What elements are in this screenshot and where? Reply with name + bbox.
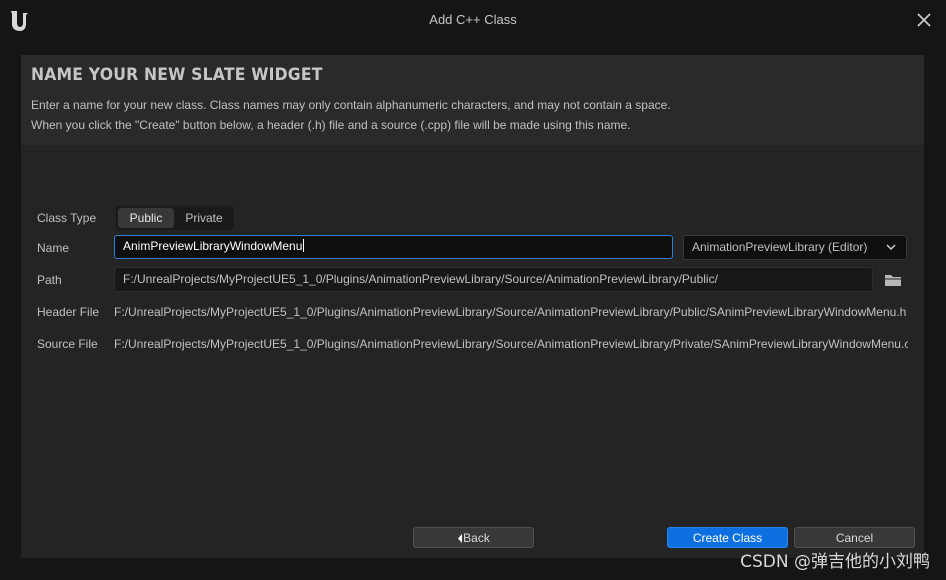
source-file-value: F:/UnrealProjects/MyProjectUE5_1_0/Plugi…: [114, 337, 908, 351]
dialog-header: NAME YOUR NEW SLATE WIDGET Enter a name …: [21, 55, 924, 145]
name-label: Name: [37, 241, 70, 255]
close-icon[interactable]: [912, 8, 936, 32]
text-caret: [303, 239, 305, 252]
path-input[interactable]: F:/UnrealProjects/MyProjectUE5_1_0/Plugi…: [114, 267, 873, 292]
description-line-1: Enter a name for your new class. Class n…: [31, 98, 671, 112]
path-label: Path: [37, 273, 62, 287]
cancel-button[interactable]: Cancel: [794, 527, 915, 548]
description-line-2: When you click the "Create" button below…: [31, 118, 631, 132]
watermark-text: CSDN @弹吉他的小刘鸭: [740, 552, 930, 572]
class-type-toggle: Public Private: [116, 206, 234, 230]
class-type-label: Class Type: [37, 211, 97, 225]
class-type-private[interactable]: Private: [176, 208, 232, 228]
window-title: Add C++ Class: [429, 12, 517, 27]
class-type-public[interactable]: Public: [118, 208, 174, 228]
header-file-label: Header File: [37, 305, 100, 319]
page-title: NAME YOUR NEW SLATE WIDGET: [31, 65, 323, 85]
create-class-button[interactable]: Create Class: [667, 527, 788, 548]
source-file-label: Source File: [37, 337, 98, 351]
header-file-value: F:/UnrealProjects/MyProjectUE5_1_0/Plugi…: [114, 305, 907, 319]
class-name-value: AnimPreviewLibraryWindowMenu: [123, 239, 303, 253]
module-dropdown[interactable]: AnimationPreviewLibrary (Editor): [683, 235, 907, 260]
back-button[interactable]: Back: [413, 527, 534, 548]
title-bar: Add C++ Class: [0, 0, 946, 42]
back-button-label: Back: [463, 531, 490, 545]
class-name-input[interactable]: AnimPreviewLibraryWindowMenu: [114, 235, 673, 259]
chevron-down-icon: [886, 244, 896, 251]
folder-icon[interactable]: [883, 272, 903, 288]
dialog-panel: NAME YOUR NEW SLATE WIDGET Enter a name …: [21, 55, 924, 558]
module-dropdown-value: AnimationPreviewLibrary (Editor): [692, 240, 868, 254]
